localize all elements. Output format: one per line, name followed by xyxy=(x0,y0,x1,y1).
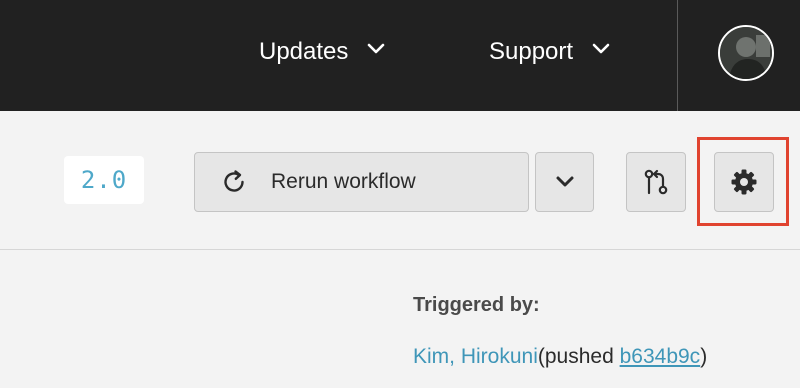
triggered-by-heading: Triggered by: xyxy=(413,294,540,316)
chevron-down-icon xyxy=(556,176,573,187)
git-compare-icon xyxy=(644,169,668,195)
commit-link[interactable]: b634b9c xyxy=(620,345,701,368)
pushed-suffix: ) xyxy=(700,345,708,368)
workflow-toolbar: 2.0 Rerun workflow xyxy=(0,111,800,250)
pushed-prefix: (pushed xyxy=(537,345,620,368)
rerun-workflow-button[interactable]: Rerun workflow xyxy=(194,152,529,212)
rerun-options-dropdown[interactable] xyxy=(535,152,594,212)
nav-updates-label: Updates xyxy=(259,37,349,65)
top-navigation-bar: Updates Support xyxy=(0,0,800,111)
compare-commits-button[interactable] xyxy=(626,152,686,212)
nav-divider xyxy=(677,0,678,111)
nav-support[interactable]: Support xyxy=(489,0,611,103)
nav-support-label: Support xyxy=(489,37,574,65)
author-link[interactable]: Kim, Hirokuni xyxy=(413,345,538,368)
rerun-workflow-label: Rerun workflow xyxy=(271,170,416,193)
chevron-down-icon xyxy=(592,43,610,53)
refresh-icon xyxy=(224,170,244,192)
avatar-image xyxy=(720,27,772,79)
version-badge: 2.0 xyxy=(64,156,144,204)
user-avatar[interactable] xyxy=(718,25,774,81)
nav-updates[interactable]: Updates xyxy=(259,0,386,103)
chevron-down-icon xyxy=(368,43,385,53)
settings-highlight-box xyxy=(697,137,789,226)
trigger-details: Kim, Hirokuni(pushed b634b9c) xyxy=(413,345,707,369)
